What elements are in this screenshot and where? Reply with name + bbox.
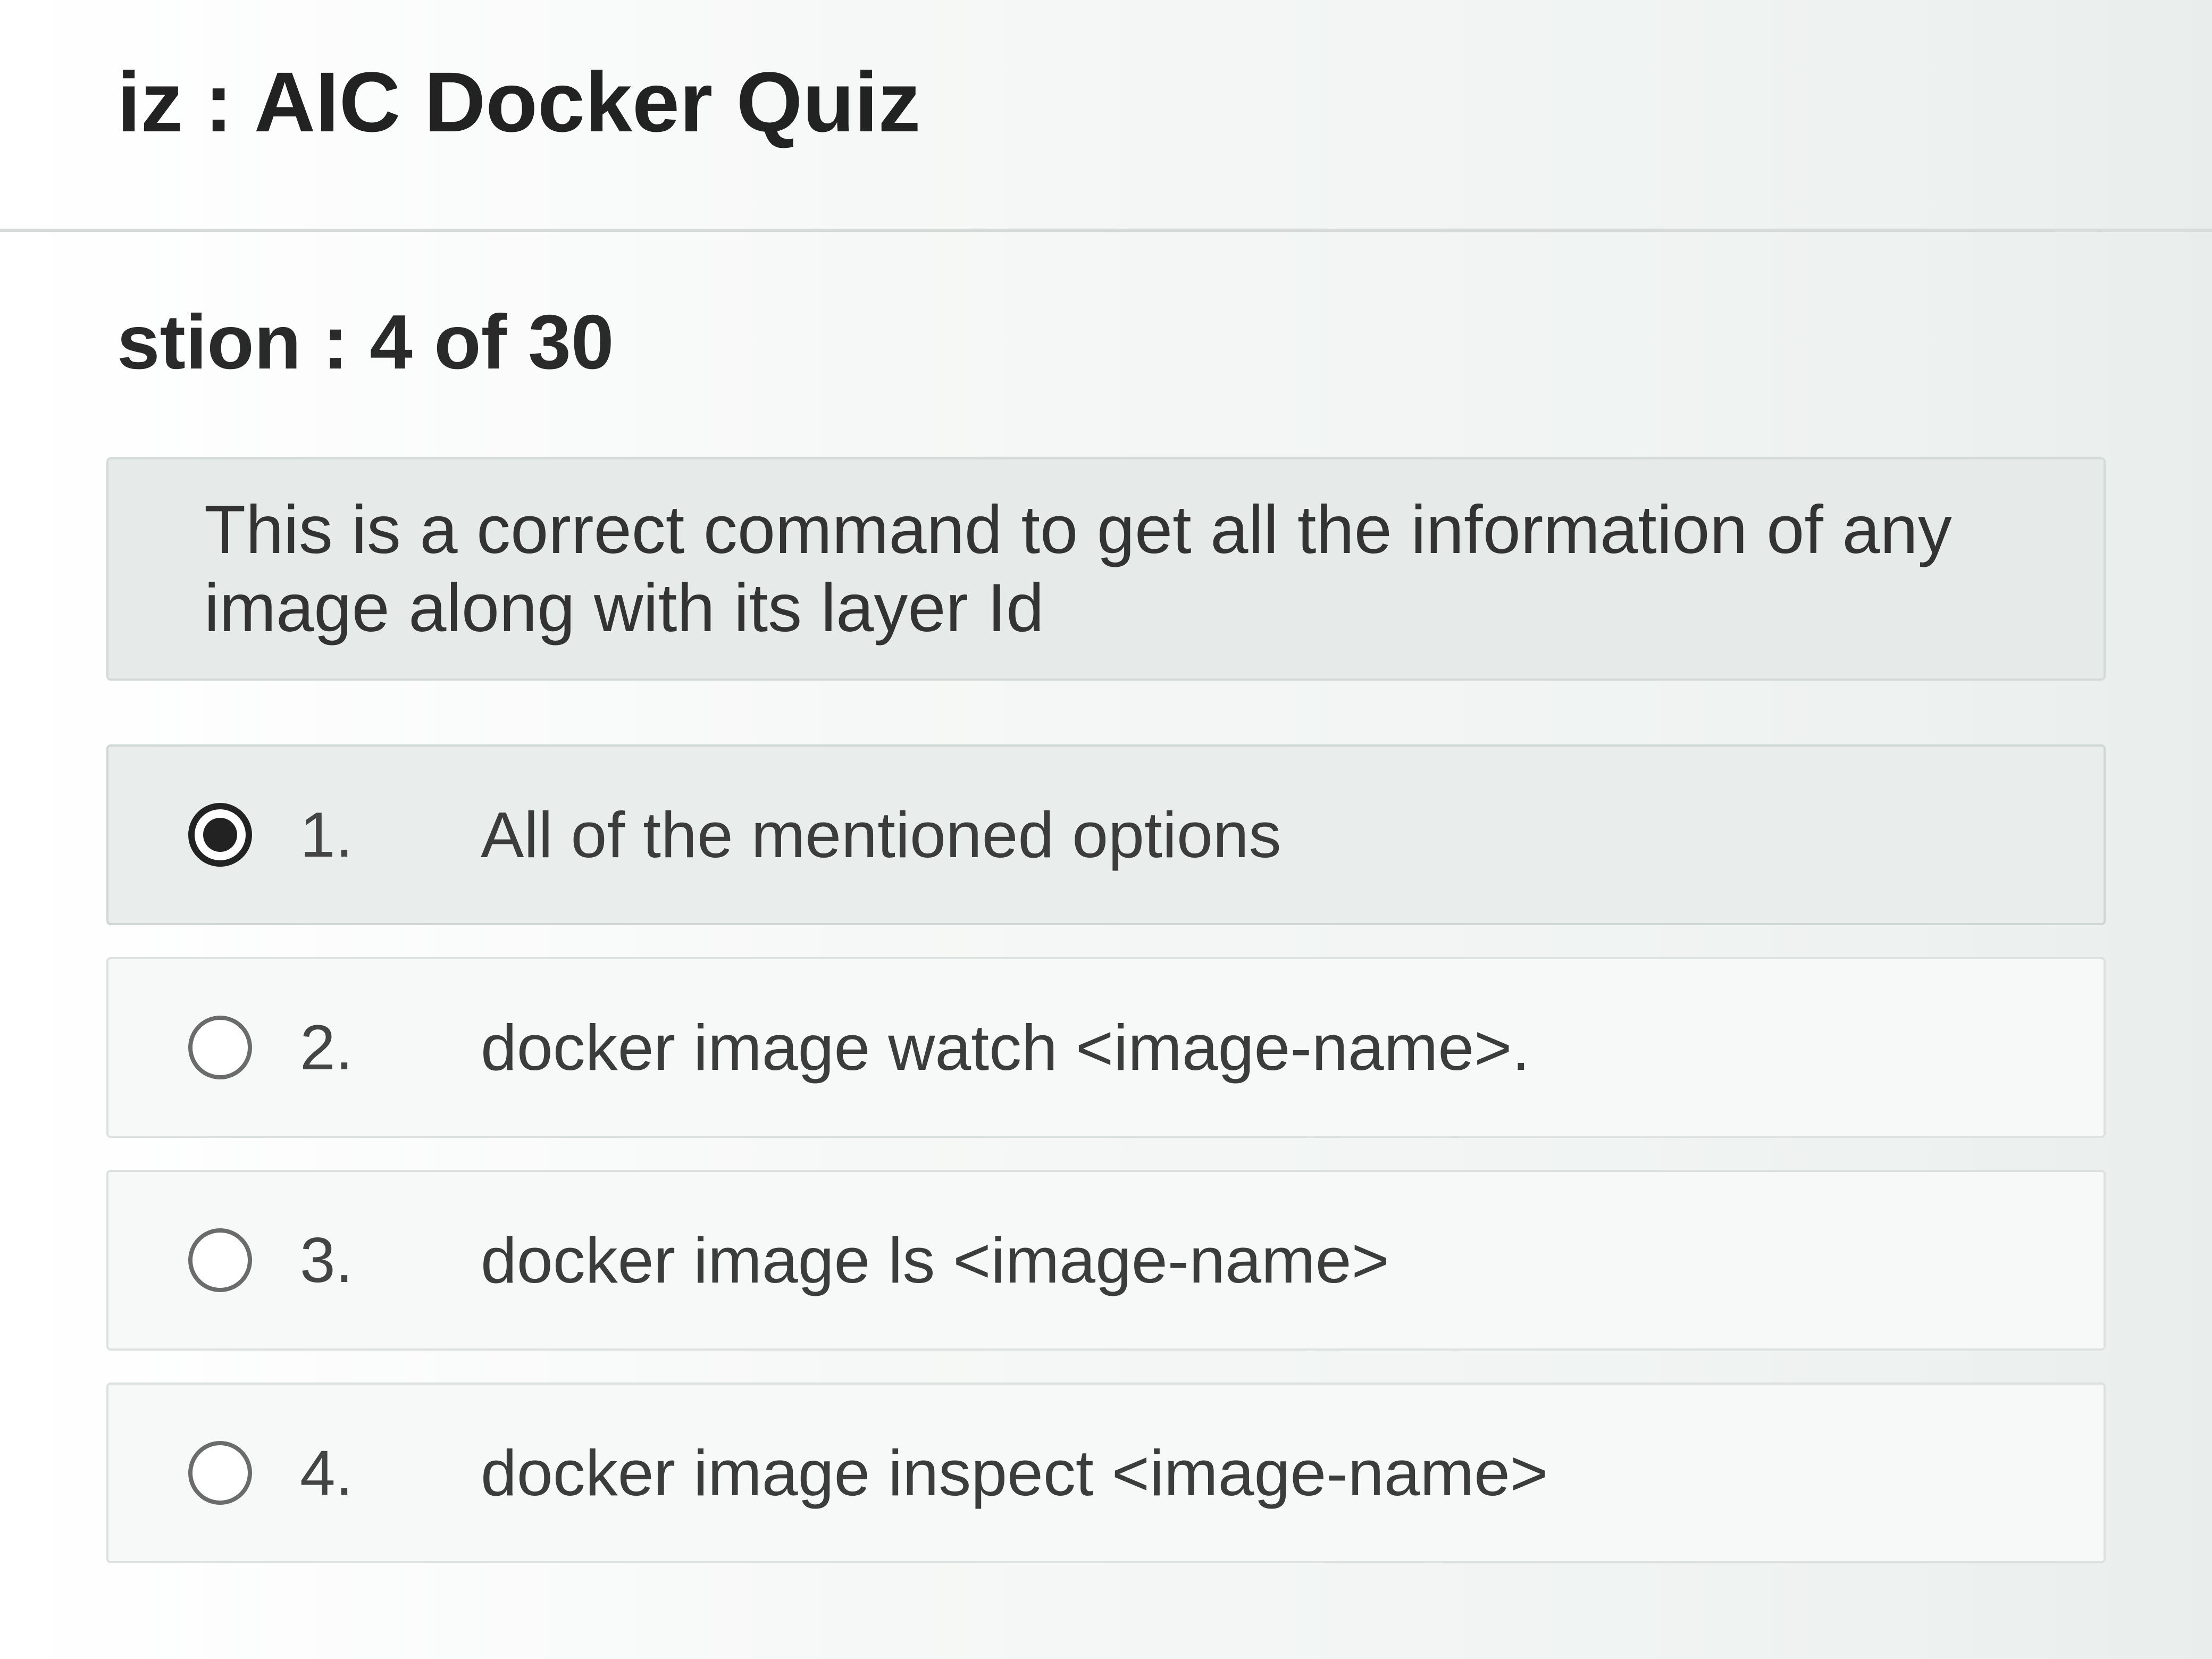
quiz-title-text: AIC Docker Quiz — [254, 54, 921, 149]
option-number: 4. — [300, 1437, 354, 1509]
option-1[interactable]: 1. All of the mentioned options — [106, 744, 2106, 925]
radio-button-selected[interactable] — [188, 803, 252, 867]
option-3[interactable]: 3. docker image ls <image-name> — [106, 1170, 2106, 1351]
quiz-title-separator: : — [204, 54, 233, 149]
question-counter: stion : 4 of 30 — [117, 299, 614, 385]
option-4[interactable]: 4. docker image inspect <image-name> — [106, 1382, 2106, 1563]
option-label[interactable]: docker image ls <image-name> — [481, 1223, 1389, 1297]
radio-button[interactable] — [188, 1441, 252, 1505]
option-label[interactable]: All of the mentioned options — [481, 798, 1281, 872]
option-number: 3. — [300, 1225, 354, 1296]
option-label[interactable]: docker image inspect <image-name> — [481, 1436, 1548, 1510]
question-text: This is a correct command to get all the… — [204, 492, 1952, 646]
question-panel: This is a correct command to get all the… — [106, 457, 2106, 681]
quiz-title-prefix: iz — [117, 54, 183, 149]
radio-button[interactable] — [188, 1228, 252, 1292]
quiz-title: iz: AIC Docker Quiz — [117, 53, 920, 151]
header-divider — [0, 229, 2212, 232]
radio-button[interactable] — [188, 1016, 252, 1079]
option-number: 1. — [300, 799, 354, 870]
option-label[interactable]: docker image watch <image-name>. — [481, 1010, 1530, 1085]
option-number: 2. — [300, 1012, 354, 1083]
option-2[interactable]: 2. docker image watch <image-name>. — [106, 957, 2106, 1138]
